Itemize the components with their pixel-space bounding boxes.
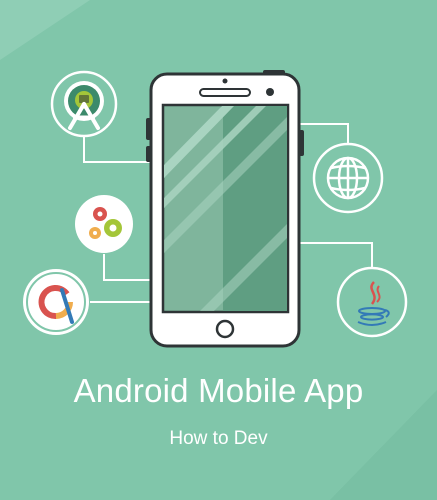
background-accent: [0, 0, 90, 60]
java-icon: [336, 266, 408, 338]
banner: Android Mobile App How to Dev: [0, 0, 437, 500]
home-button: [215, 319, 235, 339]
banner-title: Android Mobile App: [73, 372, 364, 409]
illustration: [0, 0, 437, 500]
smartphone-icon: [146, 70, 304, 348]
globe-icon: [312, 142, 384, 214]
app-inventor-icon: [23, 269, 89, 335]
android-studio-icon: [50, 70, 118, 138]
gears-icon: [75, 195, 133, 253]
banner-subtitle: How to Dev: [169, 428, 268, 449]
